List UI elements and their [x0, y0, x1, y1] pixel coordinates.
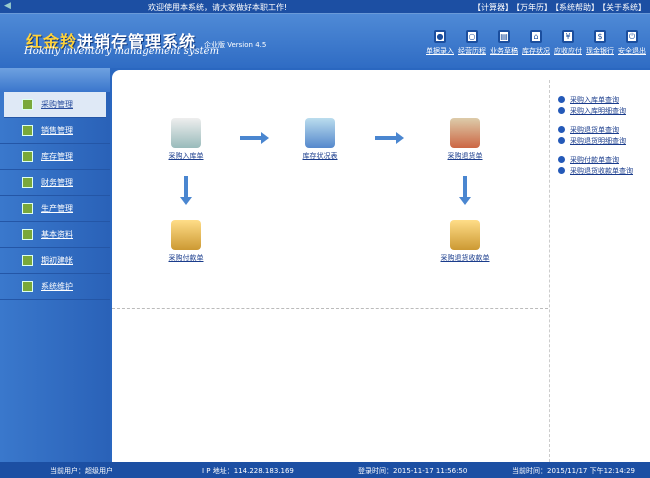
- search-icon: ○: [466, 30, 478, 43]
- sidebar-item-production[interactable]: 生产管理: [0, 196, 110, 222]
- help-link[interactable]: 【系统帮助】: [555, 3, 599, 12]
- arrow-right-icon: [240, 132, 269, 144]
- login-time: 登录时间：2015-11-17 11:56:50: [358, 467, 468, 475]
- bullet-icon: [558, 96, 565, 103]
- cart-icon: [171, 118, 201, 148]
- return-receipt-node[interactable]: 采购退货收款单: [425, 220, 505, 263]
- bullet-icon: [558, 167, 565, 174]
- tool-receivable[interactable]: ¥ 应收应付: [554, 30, 582, 56]
- calculator-link[interactable]: 【计算器】: [473, 3, 513, 12]
- app-subtitle: Hokilly inventory management system: [24, 46, 220, 57]
- status-bar: 当前用户：超级用户 I P 地址：114.228.183.169 登录时间：20…: [0, 462, 650, 478]
- query-link[interactable]: 采购付款单查询: [558, 154, 633, 165]
- ip-address: I P 地址：114.228.183.169: [202, 467, 294, 475]
- stock-status-node[interactable]: 库存状况表: [280, 118, 360, 161]
- welcome-message: 欢迎使用本系统，请大家做好本职工作!: [148, 3, 288, 12]
- coins-icon: [171, 220, 201, 250]
- purchase-return-node[interactable]: 采购退货单: [425, 118, 505, 161]
- bullet-icon: [558, 137, 565, 144]
- box-return-icon: [450, 118, 480, 148]
- sidebar-item-purchase[interactable]: 采购管理: [4, 92, 106, 118]
- sales-icon: [22, 125, 33, 136]
- arrow-right-icon: [375, 132, 404, 144]
- bullet-icon: [558, 107, 565, 114]
- main-panel: 采购入库单 库存状况表 采购退货单 采购付款单 采购退货收款单 采购入库单查询 …: [112, 70, 650, 462]
- top-bar: ◀ 欢迎使用本系统，请大家做好本职工作! 【计算器】 【万年历】 【系统帮助】 【关于…: [0, 0, 650, 14]
- about-link[interactable]: 【关于系统】: [602, 3, 646, 12]
- exit-icon: ⏻: [626, 30, 638, 43]
- home-icon: ⌂: [530, 30, 542, 43]
- header: 红金羚进销存管理系统 Hokilly inventory management …: [0, 14, 650, 68]
- query-link[interactable]: 采购退货单查询: [558, 124, 633, 135]
- coins-icon: [450, 220, 480, 250]
- sidebar-item-maintenance[interactable]: 系统维护: [0, 274, 110, 300]
- purchase-payment-node[interactable]: 采购付款单: [146, 220, 226, 263]
- tool-drafts[interactable]: ▤ 业务草稿: [490, 30, 518, 56]
- bullet-icon: [558, 126, 565, 133]
- pencil-icon: [22, 203, 33, 214]
- purchase-in-node[interactable]: 采购入库单: [146, 118, 226, 161]
- sidebar-item-opening[interactable]: 期初建帐: [0, 248, 110, 274]
- back-icon[interactable]: ◀: [4, 1, 11, 11]
- tool-stock[interactable]: ⌂ 库存状况: [522, 30, 550, 56]
- current-time: 当前时间：2015/11/17 下午12:14:29: [512, 467, 636, 475]
- money-bag-icon: ¥: [562, 30, 574, 43]
- book-icon: [22, 229, 33, 240]
- top-links: 【计算器】 【万年历】 【系统帮助】 【关于系统】: [470, 2, 646, 13]
- tool-document-entry[interactable]: ● 单据录入: [426, 30, 454, 56]
- sidebar-item-inventory[interactable]: 库存管理: [0, 144, 110, 170]
- query-link[interactable]: 采购入库单查询: [558, 94, 633, 105]
- version-label: 企业版 Version 4.5: [204, 41, 267, 49]
- sidebar-item-basic-data[interactable]: 基本资料: [0, 222, 110, 248]
- finance-icon: [22, 177, 33, 188]
- purchase-icon: [22, 99, 33, 110]
- query-link[interactable]: 采购入库明细查询: [558, 105, 633, 116]
- sidebar-item-finance[interactable]: 财务管理: [0, 170, 110, 196]
- house-icon: [305, 118, 335, 148]
- toolbar: ● 单据录入 ○ 经营历程 ▤ 业务草稿 ⌂ 库存状况 ¥ 应收应付 $ 现金银行 ⏻ 安全退…: [426, 30, 646, 56]
- dollar-icon: $: [594, 30, 606, 43]
- user-icon: ●: [434, 30, 446, 43]
- query-link[interactable]: 采购退货明细查询: [558, 135, 633, 146]
- calendar-link[interactable]: 【万年历】: [516, 3, 552, 12]
- maintenance-icon: [22, 281, 33, 292]
- current-user: 当前用户：超级用户: [50, 467, 113, 475]
- query-link[interactable]: 采购退货收款单查询: [558, 165, 633, 176]
- clipboard-icon: ▤: [498, 30, 510, 43]
- query-links: 采购入库单查询 采购入库明细查询 采购退货单查询 采购退货明细查询 采购付款单查…: [558, 94, 633, 176]
- windows-icon: [22, 255, 33, 266]
- arrow-down-icon: [459, 176, 471, 205]
- tool-exit[interactable]: ⏻ 安全退出: [618, 30, 646, 56]
- tool-cash-bank[interactable]: $ 现金银行: [586, 30, 614, 56]
- bullet-icon: [558, 156, 565, 163]
- arrow-down-icon: [180, 176, 192, 205]
- inventory-icon: [22, 151, 33, 162]
- tool-history[interactable]: ○ 经营历程: [458, 30, 486, 56]
- sidebar: 采购管理 销售管理 库存管理 财务管理 生产管理 基本资料 期初建帐 系统维护: [0, 68, 110, 462]
- sidebar-item-sales[interactable]: 销售管理: [0, 118, 110, 144]
